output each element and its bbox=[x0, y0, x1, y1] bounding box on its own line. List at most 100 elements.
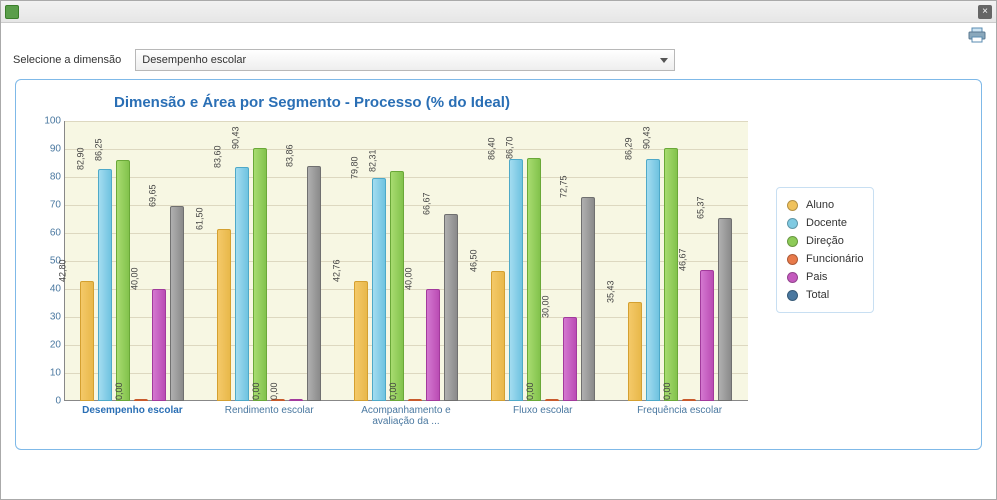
y-tick: 10 bbox=[50, 368, 61, 379]
x-axis: Desempenho escolarRendimento escolarAcom… bbox=[64, 405, 748, 427]
bar[interactable]: 46,50 bbox=[491, 271, 505, 401]
bar[interactable]: 83,86 bbox=[307, 166, 321, 401]
bar[interactable]: 86,70 bbox=[527, 158, 541, 401]
legend-item-docente[interactable]: Docente bbox=[787, 214, 863, 232]
bar-value-label: 69,65 bbox=[148, 184, 158, 207]
y-tick: 60 bbox=[50, 228, 61, 239]
legend-item-pais[interactable]: Pais bbox=[787, 268, 863, 286]
bar[interactable]: 82,90 bbox=[98, 169, 112, 401]
bar[interactable]: 46,67 bbox=[700, 270, 714, 401]
bar-value-label: 0,00 bbox=[251, 382, 261, 400]
bar-value-label: 30,00 bbox=[541, 295, 551, 318]
x-category-label: Acompanhamento e avaliação da ... bbox=[338, 405, 475, 427]
bar-value-label: 0,00 bbox=[269, 382, 279, 400]
bar[interactable]: 40,00 bbox=[426, 289, 440, 401]
bar[interactable]: 69,65 bbox=[170, 206, 184, 401]
legend-item-funcionario[interactable]: Funcionário bbox=[787, 250, 863, 268]
bar-value-label: 72,75 bbox=[559, 176, 569, 199]
bar[interactable]: 79,80 bbox=[372, 178, 386, 401]
y-tick: 100 bbox=[44, 116, 61, 127]
x-category-label: Frequência escolar bbox=[611, 405, 748, 427]
dimension-select-value: Desempenho escolar bbox=[142, 54, 246, 66]
dimension-controls: Selecione a dimensão Desempenho escolar bbox=[1, 47, 996, 79]
bar-value-label: 35,43 bbox=[605, 280, 615, 303]
bar[interactable]: 40,00 bbox=[152, 289, 166, 401]
x-category-label: Rendimento escolar bbox=[201, 405, 338, 427]
bar-value-label: 0,00 bbox=[525, 382, 535, 400]
toolbar bbox=[1, 23, 996, 47]
bar[interactable]: 0,00 bbox=[545, 399, 559, 401]
legend-swatch-icon bbox=[787, 236, 798, 247]
legend-swatch-icon bbox=[787, 272, 798, 283]
bar-value-label: 82,90 bbox=[76, 147, 86, 170]
y-tick: 70 bbox=[50, 200, 61, 211]
legend-swatch-icon bbox=[787, 290, 798, 301]
bar-value-label: 79,80 bbox=[350, 156, 360, 179]
bar[interactable]: 0,00 bbox=[134, 399, 148, 401]
bar-value-label: 83,60 bbox=[213, 145, 223, 168]
x-category-label: Fluxo escolar bbox=[474, 405, 611, 427]
legend-item-direcao[interactable]: Direção bbox=[787, 232, 863, 250]
bar[interactable]: 72,75 bbox=[581, 197, 595, 401]
bar[interactable]: 65,37 bbox=[718, 218, 732, 401]
y-tick: 80 bbox=[50, 172, 61, 183]
bar-group: 42,7679,8082,310,0040,0066,67 bbox=[338, 121, 475, 401]
bar-group: 35,4386,2990,430,0046,6765,37 bbox=[611, 121, 748, 401]
bar[interactable]: 83,60 bbox=[235, 167, 249, 401]
bar-value-label: 82,31 bbox=[368, 149, 378, 172]
titlebar: × bbox=[1, 1, 996, 23]
legend-swatch-icon bbox=[787, 254, 798, 265]
dimension-select[interactable]: Desempenho escolar bbox=[135, 49, 675, 71]
close-icon[interactable]: × bbox=[978, 5, 992, 19]
bar-value-label: 66,67 bbox=[422, 193, 432, 216]
bar[interactable]: 61,50 bbox=[217, 229, 231, 401]
y-tick: 30 bbox=[50, 312, 61, 323]
y-tick: 40 bbox=[50, 284, 61, 295]
bar-value-label: 46,67 bbox=[677, 249, 687, 272]
bar-value-label: 86,29 bbox=[623, 138, 633, 161]
y-tick: 90 bbox=[50, 144, 61, 155]
bar[interactable]: 86,29 bbox=[646, 159, 660, 401]
bar-value-label: 42,80 bbox=[58, 260, 68, 283]
legend-swatch-icon bbox=[787, 200, 798, 211]
legend-item-aluno[interactable]: Aluno bbox=[787, 196, 863, 214]
bar-group: 46,5086,4086,700,0030,0072,75 bbox=[474, 121, 611, 401]
bar[interactable]: 0,00 bbox=[289, 399, 303, 401]
bar[interactable]: 90,43 bbox=[664, 148, 678, 401]
bar-value-label: 0,00 bbox=[115, 382, 125, 400]
bar[interactable]: 90,43 bbox=[253, 148, 267, 401]
bar-value-label: 40,00 bbox=[404, 267, 414, 290]
y-tick: 20 bbox=[50, 340, 61, 351]
bar[interactable]: 82,31 bbox=[390, 171, 404, 401]
legend-swatch-icon bbox=[787, 218, 798, 229]
bar[interactable]: 35,43 bbox=[628, 302, 642, 401]
bar[interactable]: 66,67 bbox=[444, 214, 458, 401]
bar-group: 61,5083,6090,430,000,0083,86 bbox=[201, 121, 338, 401]
bar[interactable]: 42,80 bbox=[80, 281, 94, 401]
bar-value-label: 0,00 bbox=[388, 382, 398, 400]
bar-value-label: 42,76 bbox=[332, 260, 342, 283]
report-window: × Selecione a dimensão Desempenho escola… bbox=[0, 0, 997, 500]
bar-value-label: 86,25 bbox=[94, 138, 104, 161]
bar-value-label: 0,00 bbox=[662, 382, 672, 400]
print-icon[interactable] bbox=[968, 27, 986, 43]
bar[interactable]: 30,00 bbox=[563, 317, 577, 401]
y-tick: 0 bbox=[55, 396, 61, 407]
bar-value-label: 61,50 bbox=[195, 207, 205, 230]
bar-value-label: 90,43 bbox=[641, 126, 651, 149]
bar-value-label: 40,00 bbox=[130, 267, 140, 290]
legend-item-total[interactable]: Total bbox=[787, 286, 863, 304]
bar-value-label: 86,40 bbox=[487, 138, 497, 161]
bar[interactable]: 0,00 bbox=[682, 399, 696, 401]
chart-title: Dimensão e Área por Segmento - Processo … bbox=[28, 90, 969, 121]
bar[interactable]: 42,76 bbox=[354, 281, 368, 401]
x-category-label: Desempenho escolar bbox=[64, 405, 201, 427]
bar[interactable]: 86,40 bbox=[509, 159, 523, 401]
bar[interactable]: 86,25 bbox=[116, 160, 130, 402]
bar-value-label: 86,70 bbox=[505, 137, 515, 160]
chevron-down-icon bbox=[660, 58, 668, 63]
bar-value-label: 46,50 bbox=[469, 249, 479, 272]
chart-plot: 0102030405060708090100 42,8082,9086,250,… bbox=[28, 121, 748, 441]
bar-value-label: 83,86 bbox=[285, 145, 295, 168]
bar[interactable]: 0,00 bbox=[408, 399, 422, 401]
